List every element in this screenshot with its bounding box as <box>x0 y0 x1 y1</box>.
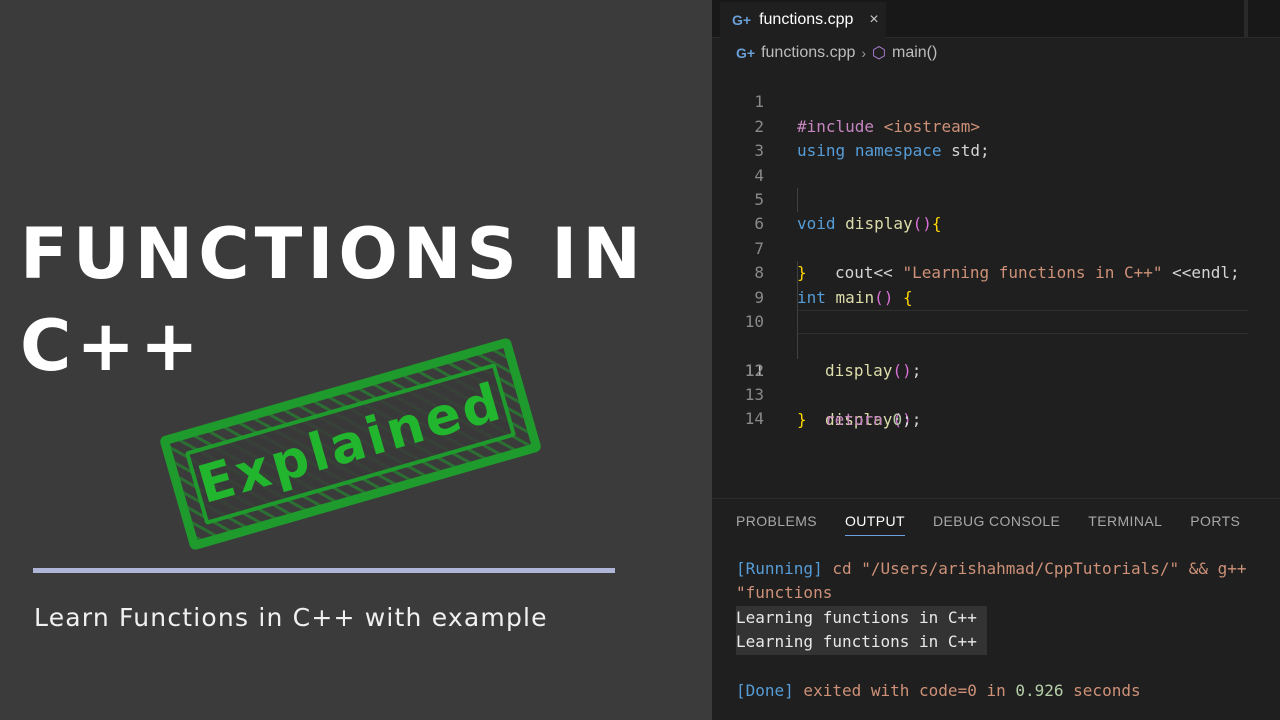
tab-problems[interactable]: PROBLEMS <box>736 513 817 536</box>
code-line: 12 return 0; <box>712 334 1280 429</box>
code-editor: G+ functions.cpp × G+ functions.cpp › ⬡ … <box>712 0 1280 720</box>
code-line: 7 } <box>712 212 1280 282</box>
output-line: Learning functions in C++ <box>736 630 1276 655</box>
breadcrumb-file[interactable]: functions.cpp <box>761 44 855 62</box>
indent-guide <box>797 334 798 359</box>
tab-terminal[interactable]: TERMINAL <box>1088 513 1162 536</box>
output-line: [Running] cd "/Users/arishahmad/CppTutor… <box>736 559 1247 578</box>
line-number: 14 <box>744 409 764 429</box>
current-line-highlight <box>797 309 1248 334</box>
cpp-file-icon: G+ <box>736 45 756 61</box>
indent-guide <box>797 309 798 335</box>
thumbnail-title: FUNCTIONS IN C++ <box>20 208 680 392</box>
output-line-blank <box>736 655 1276 679</box>
stamp-text: Explained <box>191 371 510 517</box>
code-line: 9 <box>712 261 1280 307</box>
cpp-file-icon: G+ <box>732 12 752 28</box>
editor-tab-bar: G+ functions.cpp × <box>712 0 1280 38</box>
indent-guide <box>797 187 798 213</box>
tab-functions-cpp[interactable]: G+ functions.cpp × <box>720 2 886 38</box>
indent-guide <box>797 261 798 286</box>
output-log[interactable]: [Running] cd "/Users/arishahmad/CppTutor… <box>736 557 1276 703</box>
code-line: 8 int main() { <box>712 237 1280 306</box>
code-line: 13 } <box>712 359 1280 428</box>
tab-label: functions.cpp <box>759 11 854 28</box>
code-line-current: 11 display(); <box>712 309 1280 429</box>
scrollbar-track[interactable] <box>1244 0 1248 38</box>
cube-icon: ⬡ <box>872 45 886 62</box>
code-line: 4 <box>712 139 1280 185</box>
divider-line <box>33 568 615 573</box>
code-line: 10 display(); <box>712 285 1280 380</box>
panel-tabs: PROBLEMS OUTPUT DEBUG CONSOLE TERMINAL P… <box>736 513 1240 536</box>
output-line: "functions <box>736 583 833 603</box>
code-line: 3 <box>712 115 1280 160</box>
indent-guide <box>797 285 798 310</box>
title-line-1: FUNCTIONS IN <box>20 213 646 295</box>
tab-output[interactable]: OUTPUT <box>845 513 905 536</box>
output-line: Learning functions in C++ <box>736 605 1276 631</box>
bottom-panel: PROBLEMS OUTPUT DEBUG CONSOLE TERMINAL P… <box>712 498 1280 720</box>
tab-ports[interactable]: PORTS <box>1190 513 1240 536</box>
code-line: 6 cout<< "Learning functions in C++" <<e… <box>712 187 1280 282</box>
code-line: 1 #include <iostream> <box>712 66 1280 135</box>
chevron-right-icon: › <box>861 45 867 61</box>
tab-debug-console[interactable]: DEBUG CONSOLE <box>933 513 1060 536</box>
close-icon[interactable]: × <box>869 11 878 29</box>
code-text: } <box>797 409 807 429</box>
code-line: 2 using namespace std; <box>712 90 1280 160</box>
output-line: [Done] exited with code=0 in 0.926 secon… <box>736 680 1141 700</box>
thumbnail-subtitle: Learn Functions in C++ with example <box>34 603 548 632</box>
breadcrumb-symbol[interactable]: main() <box>892 44 937 62</box>
code-area[interactable]: 1 #include <iostream> 2 using namespace … <box>712 66 1280 429</box>
code-line: 5 void display(){ <box>712 164 1280 233</box>
code-text: return 0; <box>825 409 912 429</box>
breadcrumb: G+ functions.cpp › ⬡ main() <box>736 42 937 64</box>
thumbnail-panel: FUNCTIONS IN C++ Explained Learn Functio… <box>0 0 712 720</box>
title-line-2: C++ <box>20 305 204 387</box>
code-line: 14 <box>712 383 1280 428</box>
